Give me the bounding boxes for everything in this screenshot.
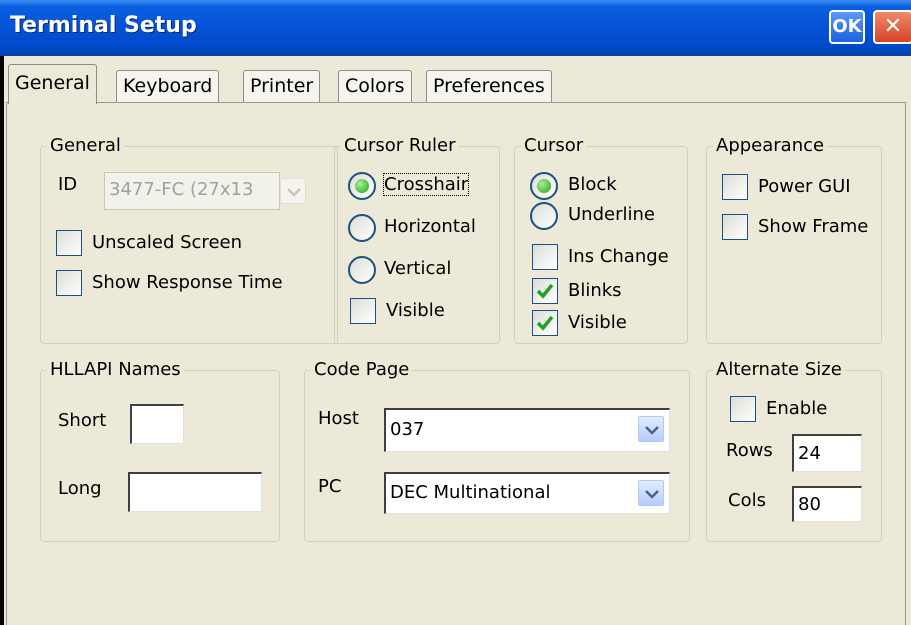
cols-label: Cols xyxy=(728,490,766,511)
ruler-visible-checkbox[interactable] xyxy=(350,298,376,324)
window-left-border xyxy=(0,56,4,625)
radio-horizontal[interactable] xyxy=(348,214,376,242)
cursor-ruler-legend: Cursor Ruler xyxy=(341,135,459,156)
host-codepage-select[interactable]: 037 xyxy=(384,408,670,452)
rows-input[interactable]: 24 xyxy=(792,434,862,472)
host-label: Host xyxy=(318,408,359,429)
code-page-group: Code Page xyxy=(304,359,690,542)
id-dropdown-button[interactable] xyxy=(280,178,306,204)
blinks-checkbox[interactable] xyxy=(532,278,558,304)
ins-change-checkbox[interactable] xyxy=(532,244,558,270)
hllapi-names-group: HLLAPI Names xyxy=(40,359,280,542)
power-gui-checkbox[interactable] xyxy=(722,174,748,200)
cursor-visible-label: Visible xyxy=(568,312,627,333)
unscaled-screen-checkbox[interactable] xyxy=(56,230,82,256)
enable-label: Enable xyxy=(766,398,828,419)
hllapi-legend: HLLAPI Names xyxy=(47,359,184,380)
id-label: ID xyxy=(58,174,78,195)
check-mark-icon xyxy=(536,315,554,331)
chevron-down-icon xyxy=(287,188,301,197)
cols-input[interactable]: 80 xyxy=(792,486,862,522)
radio-crosshair[interactable] xyxy=(348,172,376,200)
id-select[interactable]: 3477-FC (27x13 xyxy=(104,172,280,210)
chevron-down-icon xyxy=(645,490,659,499)
pc-label: PC xyxy=(318,476,342,497)
tab-keyboard[interactable]: Keyboard xyxy=(116,70,220,103)
underline-label: Underline xyxy=(568,204,655,225)
check-mark-icon xyxy=(536,283,554,299)
chevron-down-icon xyxy=(645,426,659,435)
title-bar: Terminal Setup OK ✕ xyxy=(0,0,911,56)
code-page-legend: Code Page xyxy=(311,359,413,380)
tab-colors[interactable]: Colors xyxy=(338,70,412,103)
host-dropdown-button[interactable] xyxy=(638,416,664,442)
horizontal-label: Horizontal xyxy=(384,216,476,237)
terminal-setup-window: Terminal Setup OK ✕ General Keyboard Pri… xyxy=(0,0,911,625)
pc-dropdown-button[interactable] xyxy=(638,480,664,506)
long-name-input[interactable] xyxy=(128,472,262,512)
show-frame-label: Show Frame xyxy=(758,216,869,237)
close-button[interactable]: ✕ xyxy=(873,10,911,44)
block-label: Block xyxy=(568,174,617,195)
short-label: Short xyxy=(58,410,107,431)
window-title: Terminal Setup xyxy=(10,13,197,38)
alternate-size-legend: Alternate Size xyxy=(713,359,845,380)
tab-printer[interactable]: Printer xyxy=(243,70,321,103)
ok-button[interactable]: OK xyxy=(829,10,865,44)
cursor-legend: Cursor xyxy=(521,135,587,156)
show-response-time-label: Show Response Time xyxy=(92,272,283,293)
radio-underline[interactable] xyxy=(530,202,558,230)
tab-preferences[interactable]: Preferences xyxy=(426,70,552,103)
show-frame-checkbox[interactable] xyxy=(722,214,748,240)
general-legend: General xyxy=(47,135,124,156)
power-gui-label: Power GUI xyxy=(758,176,851,197)
radio-selected-dot xyxy=(355,179,369,193)
tab-general[interactable]: General xyxy=(8,64,97,104)
unscaled-screen-label: Unscaled Screen xyxy=(92,232,242,253)
show-response-time-checkbox[interactable] xyxy=(56,270,82,296)
radio-selected-dot xyxy=(537,179,551,193)
enable-checkbox[interactable] xyxy=(730,396,756,422)
close-icon[interactable]: ✕ xyxy=(884,14,902,39)
ruler-visible-label: Visible xyxy=(386,300,445,321)
long-label: Long xyxy=(58,478,102,499)
cursor-visible-checkbox[interactable] xyxy=(532,310,558,336)
ins-change-label: Ins Change xyxy=(568,246,669,267)
radio-block[interactable] xyxy=(530,172,558,200)
radio-vertical[interactable] xyxy=(348,256,376,284)
blinks-label: Blinks xyxy=(568,280,622,301)
short-name-input[interactable] xyxy=(130,404,184,444)
rows-label: Rows xyxy=(726,440,773,461)
pc-codepage-select[interactable]: DEC Multinational xyxy=(384,472,670,514)
vertical-label: Vertical xyxy=(384,258,452,279)
appearance-legend: Appearance xyxy=(713,135,828,156)
crosshair-label: Crosshair xyxy=(382,173,470,196)
